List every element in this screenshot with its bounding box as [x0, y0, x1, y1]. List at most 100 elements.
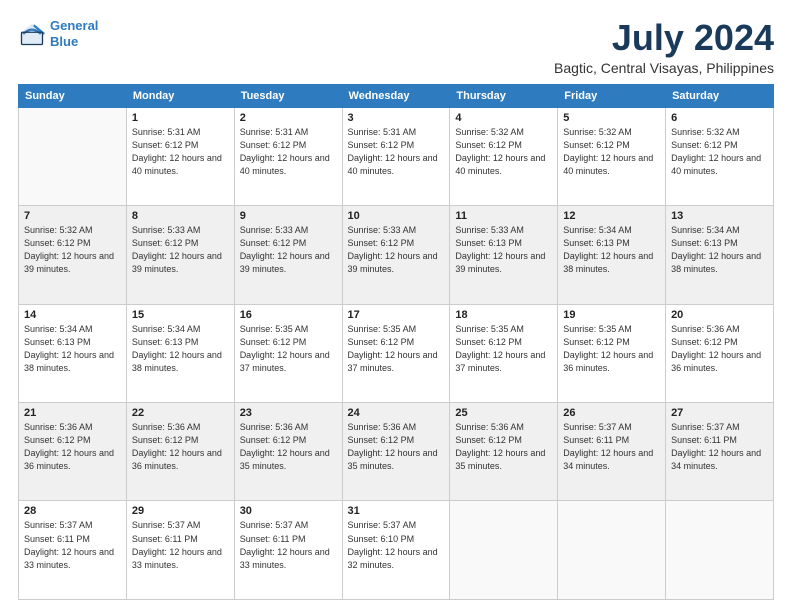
day-info: Sunrise: 5:37 AMSunset: 6:11 PMDaylight:…	[563, 421, 660, 473]
day-info: Sunrise: 5:31 AMSunset: 6:12 PMDaylight:…	[348, 126, 445, 178]
table-row: 5 Sunrise: 5:32 AMSunset: 6:12 PMDaylight…	[558, 107, 666, 205]
day-info: Sunrise: 5:36 AMSunset: 6:12 PMDaylight:…	[671, 323, 768, 375]
table-row: 8Sunrise: 5:33 AMSunset: 6:12 PMDaylight…	[126, 206, 234, 304]
logo: General Blue	[18, 18, 98, 49]
table-row: 7Sunrise: 5:32 AMSunset: 6:12 PMDaylight…	[19, 206, 127, 304]
table-row: 4 Sunrise: 5:32 AMSunset: 6:12 PMDaylight…	[450, 107, 558, 205]
table-row	[666, 501, 774, 600]
day-number: 14	[24, 309, 121, 321]
table-row: 11 Sunrise: 5:33 AMSunset: 6:13 PMDayligh…	[450, 206, 558, 304]
day-info: Sunrise: 5:36 AMSunset: 6:12 PMDaylight:…	[348, 421, 445, 473]
day-info: Sunrise: 5:33 AMSunset: 6:12 PMDaylight:…	[240, 224, 337, 276]
table-row: 14Sunrise: 5:34 AMSunset: 6:13 PMDayligh…	[19, 304, 127, 402]
day-info: Sunrise: 5:35 AMSunset: 6:12 PMDaylight:…	[348, 323, 445, 375]
day-info: Sunrise: 5:34 AMSunset: 6:13 PMDaylight:…	[132, 323, 229, 375]
header-tuesday: Tuesday	[234, 84, 342, 107]
table-row: 27Sunrise: 5:37 AMSunset: 6:11 PMDayligh…	[666, 403, 774, 501]
day-number: 27	[671, 407, 768, 419]
header-monday: Monday	[126, 84, 234, 107]
table-row: 12 Sunrise: 5:34 AMSunset: 6:13 PMDayligh…	[558, 206, 666, 304]
calendar-week-row: 1 Sunrise: 5:31 AMSunset: 6:12 PMDaylight…	[19, 107, 774, 205]
title-block: July 2024 Bagtic, Central Visayas, Phili…	[554, 18, 774, 76]
table-row: 10Sunrise: 5:33 AMSunset: 6:12 PMDayligh…	[342, 206, 450, 304]
table-row: 19 Sunrise: 5:35 AMSunset: 6:12 PMDayligh…	[558, 304, 666, 402]
day-info: Sunrise: 5:35 AMSunset: 6:12 PMDaylight:…	[455, 323, 552, 375]
logo-icon	[18, 20, 46, 48]
header-wednesday: Wednesday	[342, 84, 450, 107]
day-number: 8	[132, 210, 229, 222]
day-number: 12	[563, 210, 660, 222]
table-row: 13Sunrise: 5:34 AMSunset: 6:13 PMDayligh…	[666, 206, 774, 304]
day-info: Sunrise: 5:33 AMSunset: 6:12 PMDaylight:…	[348, 224, 445, 276]
day-number: 9	[240, 210, 337, 222]
table-row: 1Sunrise: 5:31 AMSunset: 6:12 PMDaylight…	[126, 107, 234, 205]
header-friday: Friday	[558, 84, 666, 107]
table-row: 18Sunrise: 5:35 AMSunset: 6:12 PMDayligh…	[450, 304, 558, 402]
day-number: 5	[563, 112, 660, 124]
calendar-week-row: 7Sunrise: 5:32 AMSunset: 6:12 PMDaylight…	[19, 206, 774, 304]
calendar-week-row: 14 Sunrise: 5:34 AMSunset: 6:13 PMDayligh…	[19, 304, 774, 402]
table-row: 21 Sunrise: 5:36 AMSunset: 6:12 PMDayligh…	[19, 403, 127, 501]
day-number: 25	[455, 407, 552, 419]
table-row: 20 Sunrise: 5:36 AMSunset: 6:12 PMDayligh…	[666, 304, 774, 402]
table-row: 3 Sunrise: 5:31 AMSunset: 6:12 PMDaylight…	[342, 107, 450, 205]
table-row: 24Sunrise: 5:36 AMSunset: 6:12 PMDayligh…	[342, 403, 450, 501]
day-info: Sunrise: 5:32 AMSunset: 6:12 PMDaylight:…	[24, 224, 121, 276]
day-info: Sunrise: 5:32 AMSunset: 6:12 PMDaylight:…	[671, 126, 768, 178]
day-number: 28	[24, 505, 121, 517]
day-number: 11	[455, 210, 552, 222]
table-row: 9 Sunrise: 5:33 AMSunset: 6:12 PMDaylight…	[234, 206, 342, 304]
logo-line1: General	[50, 18, 98, 33]
day-number: 19	[563, 309, 660, 321]
table-row: 31 Sunrise: 5:37 AMSunset: 6:10 PMDayligh…	[342, 501, 450, 600]
day-number: 30	[240, 505, 337, 517]
page: General Blue July 2024 Bagtic, Central V…	[0, 0, 792, 612]
day-number: 1	[132, 112, 229, 124]
day-info: Sunrise: 5:37 AMSunset: 6:11 PMDaylight:…	[132, 519, 229, 571]
day-number: 15	[132, 309, 229, 321]
table-row: 28Sunrise: 5:37 AMSunset: 6:11 PMDayligh…	[19, 501, 127, 600]
day-number: 22	[132, 407, 229, 419]
day-info: Sunrise: 5:36 AMSunset: 6:12 PMDaylight:…	[455, 421, 552, 473]
table-row	[19, 107, 127, 205]
day-number: 23	[240, 407, 337, 419]
day-info: Sunrise: 5:32 AMSunset: 6:12 PMDaylight:…	[563, 126, 660, 178]
day-number: 3	[348, 112, 445, 124]
day-info: Sunrise: 5:34 AMSunset: 6:13 PMDaylight:…	[563, 224, 660, 276]
header: General Blue July 2024 Bagtic, Central V…	[18, 18, 774, 76]
table-row	[450, 501, 558, 600]
day-info: Sunrise: 5:36 AMSunset: 6:12 PMDaylight:…	[240, 421, 337, 473]
day-info: Sunrise: 5:37 AMSunset: 6:10 PMDaylight:…	[348, 519, 445, 571]
day-number: 6	[671, 112, 768, 124]
day-number: 4	[455, 112, 552, 124]
day-number: 31	[348, 505, 445, 517]
day-info: Sunrise: 5:37 AMSunset: 6:11 PMDaylight:…	[240, 519, 337, 571]
day-info: Sunrise: 5:36 AMSunset: 6:12 PMDaylight:…	[132, 421, 229, 473]
table-row: 29 Sunrise: 5:37 AMSunset: 6:11 PMDayligh…	[126, 501, 234, 600]
table-row: 16Sunrise: 5:35 AMSunset: 6:12 PMDayligh…	[234, 304, 342, 402]
table-row: 6 Sunrise: 5:32 AMSunset: 6:12 PMDaylight…	[666, 107, 774, 205]
day-number: 20	[671, 309, 768, 321]
header-thursday: Thursday	[450, 84, 558, 107]
logo-line2: Blue	[50, 34, 78, 49]
calendar-week-row: 21 Sunrise: 5:36 AMSunset: 6:12 PMDayligh…	[19, 403, 774, 501]
day-info: Sunrise: 5:35 AMSunset: 6:12 PMDaylight:…	[240, 323, 337, 375]
logo-text: General Blue	[50, 18, 98, 49]
day-info: Sunrise: 5:35 AMSunset: 6:12 PMDaylight:…	[563, 323, 660, 375]
day-info: Sunrise: 5:33 AMSunset: 6:13 PMDaylight:…	[455, 224, 552, 276]
day-info: Sunrise: 5:32 AMSunset: 6:12 PMDaylight:…	[455, 126, 552, 178]
calendar-week-row: 28 Sunrise: 5:37 AMSunset: 6:11 PMDayligh…	[19, 501, 774, 600]
calendar-header-row: Sunday Monday Tuesday Wednesday Thursday…	[19, 84, 774, 107]
header-sunday: Sunday	[19, 84, 127, 107]
table-row: 15 Sunrise: 5:34 AMSunset: 6:13 PMDayligh…	[126, 304, 234, 402]
table-row: 17Sunrise: 5:35 AMSunset: 6:12 PMDayligh…	[342, 304, 450, 402]
location-title: Bagtic, Central Visayas, Philippines	[554, 60, 774, 76]
day-number: 29	[132, 505, 229, 517]
day-number: 21	[24, 407, 121, 419]
month-title: July 2024	[554, 18, 774, 58]
table-row: 22 Sunrise: 5:36 AMSunset: 6:12 PMDayligh…	[126, 403, 234, 501]
table-row	[558, 501, 666, 600]
day-info: Sunrise: 5:36 AMSunset: 6:12 PMDaylight:…	[24, 421, 121, 473]
header-saturday: Saturday	[666, 84, 774, 107]
calendar-table: Sunday Monday Tuesday Wednesday Thursday…	[18, 84, 774, 600]
